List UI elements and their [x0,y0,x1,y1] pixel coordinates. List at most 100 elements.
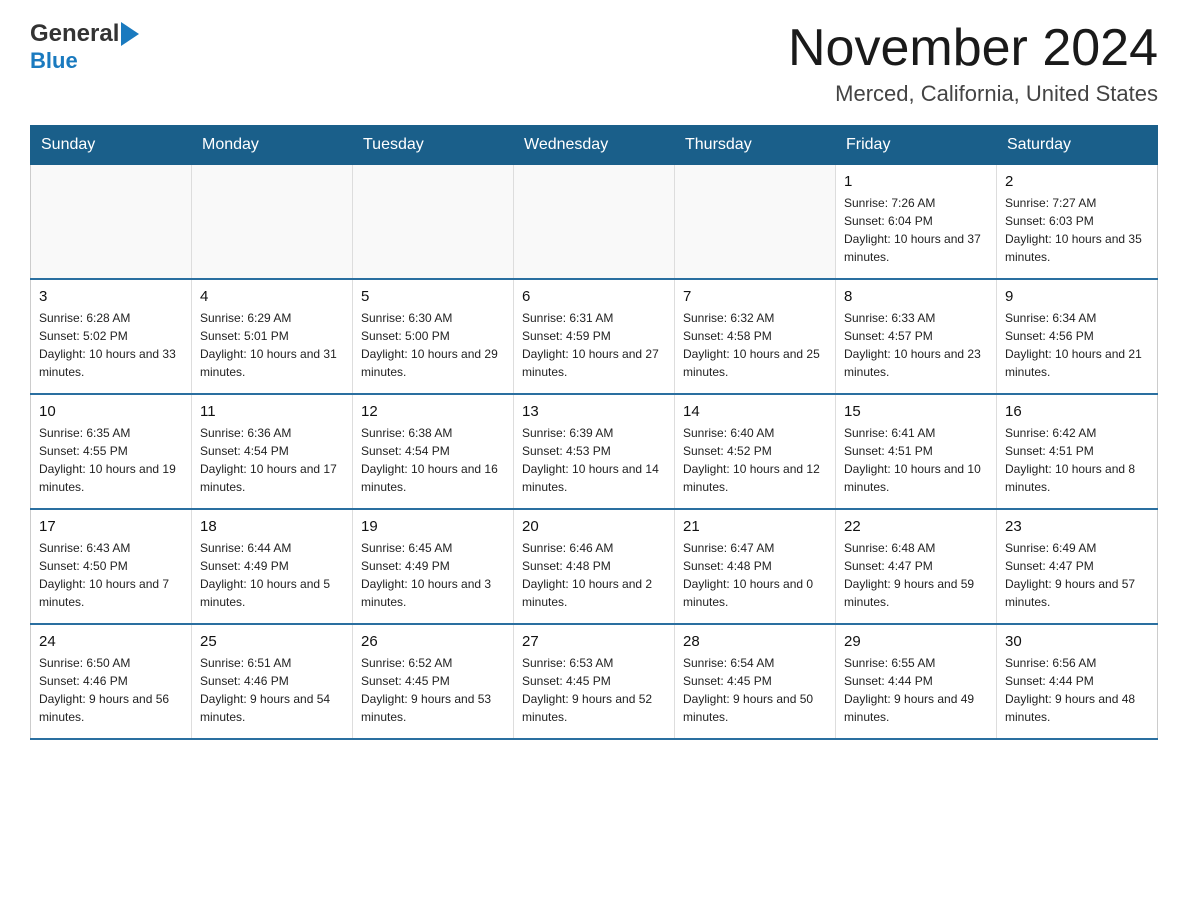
day-cell: 19 Sunrise: 6:45 AMSunset: 4:49 PMDayligh… [353,509,514,624]
day-cell [192,165,353,280]
day-info: Sunrise: 6:31 AMSunset: 4:59 PMDaylight:… [522,309,666,381]
day-info: Sunrise: 6:47 AMSunset: 4:48 PMDaylight:… [683,539,827,611]
day-info: Sunrise: 7:26 AMSunset: 6:04 PMDaylight:… [844,194,988,266]
weekday-header-thursday: Thursday [675,126,836,165]
day-cell: 24Sunrise: 6:50 AMSunset: 4:46 PMDayligh… [31,624,192,739]
day-cell [353,165,514,280]
day-info: Sunrise: 6:46 AMSunset: 4:48 PMDaylight:… [522,539,666,611]
day-cell: 7 Sunrise: 6:32 AMSunset: 4:58 PMDaylight… [675,279,836,394]
day-cell: 4 Sunrise: 6:29 AMSunset: 5:01 PMDaylight… [192,279,353,394]
day-number: 21 [683,518,827,535]
day-info: Sunrise: 6:53 AMSunset: 4:45 PMDaylight:… [522,654,666,726]
day-info: Sunrise: 6:32 AMSunset: 4:58 PMDaylight:… [683,309,827,381]
day-number: 22 [844,518,988,535]
week-row-4: 17Sunrise: 6:43 AMSunset: 4:50 PMDayligh… [31,509,1158,624]
day-cell: 20 Sunrise: 6:46 AMSunset: 4:48 PMDayligh… [514,509,675,624]
day-cell: 16Sunrise: 6:42 AMSunset: 4:51 PMDayligh… [997,394,1158,509]
day-number: 7 [683,288,827,305]
day-cell: 30Sunrise: 6:56 AMSunset: 4:44 PMDayligh… [997,624,1158,739]
day-info: Sunrise: 6:30 AMSunset: 5:00 PMDaylight:… [361,309,505,381]
day-info: Sunrise: 6:45 AMSunset: 4:49 PMDaylight:… [361,539,505,611]
calendar-table: SundayMondayTuesdayWednesdayThursdayFrid… [30,125,1158,740]
day-cell: 15Sunrise: 6:41 AMSunset: 4:51 PMDayligh… [836,394,997,509]
day-cell: 22 Sunrise: 6:48 AMSunset: 4:47 PMDayligh… [836,509,997,624]
weekday-header-monday: Monday [192,126,353,165]
day-info: Sunrise: 6:40 AMSunset: 4:52 PMDaylight:… [683,424,827,496]
day-number: 2 [1005,173,1149,190]
day-info: Sunrise: 6:52 AMSunset: 4:45 PMDaylight:… [361,654,505,726]
day-cell: 6 Sunrise: 6:31 AMSunset: 4:59 PMDaylight… [514,279,675,394]
day-info: Sunrise: 6:36 AMSunset: 4:54 PMDaylight:… [200,424,344,496]
day-cell: 10 Sunrise: 6:35 AMSunset: 4:55 PMDayligh… [31,394,192,509]
day-number: 4 [200,288,344,305]
weekday-header-tuesday: Tuesday [353,126,514,165]
day-cell: 1 Sunrise: 7:26 AMSunset: 6:04 PMDaylight… [836,165,997,280]
day-number: 29 [844,633,988,650]
weekday-header-friday: Friday [836,126,997,165]
weekday-header-row: SundayMondayTuesdayWednesdayThursdayFrid… [31,126,1158,165]
day-number: 14 [683,403,827,420]
day-cell: 17Sunrise: 6:43 AMSunset: 4:50 PMDayligh… [31,509,192,624]
day-cell: 26 Sunrise: 6:52 AMSunset: 4:45 PMDayligh… [353,624,514,739]
day-cell: 12 Sunrise: 6:38 AMSunset: 4:54 PMDayligh… [353,394,514,509]
day-number: 25 [200,633,344,650]
day-info: Sunrise: 6:48 AMSunset: 4:47 PMDaylight:… [844,539,988,611]
day-number: 6 [522,288,666,305]
day-info: Sunrise: 6:29 AMSunset: 5:01 PMDaylight:… [200,309,344,381]
day-cell [31,165,192,280]
title-area: November 2024 Merced, California, United… [788,20,1158,107]
day-number: 30 [1005,633,1149,650]
day-cell [675,165,836,280]
day-number: 10 [39,403,183,420]
day-number: 18 [200,518,344,535]
day-number: 23 [1005,518,1149,535]
day-cell [514,165,675,280]
day-info: Sunrise: 6:39 AMSunset: 4:53 PMDaylight:… [522,424,666,496]
day-cell: 27Sunrise: 6:53 AMSunset: 4:45 PMDayligh… [514,624,675,739]
day-info: Sunrise: 6:33 AMSunset: 4:57 PMDaylight:… [844,309,988,381]
day-info: Sunrise: 6:34 AMSunset: 4:56 PMDaylight:… [1005,309,1149,381]
day-info: Sunrise: 6:42 AMSunset: 4:51 PMDaylight:… [1005,424,1149,496]
day-info: Sunrise: 6:49 AMSunset: 4:47 PMDaylight:… [1005,539,1149,611]
day-number: 19 [361,518,505,535]
week-row-2: 3Sunrise: 6:28 AMSunset: 5:02 PMDaylight… [31,279,1158,394]
day-cell: 14 Sunrise: 6:40 AMSunset: 4:52 PMDayligh… [675,394,836,509]
day-number: 20 [522,518,666,535]
day-number: 9 [1005,288,1149,305]
day-cell: 29 Sunrise: 6:55 AMSunset: 4:44 PMDayligh… [836,624,997,739]
day-number: 8 [844,288,988,305]
day-cell: 3Sunrise: 6:28 AMSunset: 5:02 PMDaylight… [31,279,192,394]
day-info: Sunrise: 6:44 AMSunset: 4:49 PMDaylight:… [200,539,344,611]
day-info: Sunrise: 6:38 AMSunset: 4:54 PMDaylight:… [361,424,505,496]
day-number: 24 [39,633,183,650]
weekday-header-saturday: Saturday [997,126,1158,165]
day-info: Sunrise: 6:51 AMSunset: 4:46 PMDaylight:… [200,654,344,726]
day-cell: 25 Sunrise: 6:51 AMSunset: 4:46 PMDayligh… [192,624,353,739]
day-number: 11 [200,403,344,420]
day-cell: 28 Sunrise: 6:54 AMSunset: 4:45 PMDayligh… [675,624,836,739]
week-row-3: 10 Sunrise: 6:35 AMSunset: 4:55 PMDayligh… [31,394,1158,509]
day-number: 15 [844,403,988,420]
week-row-5: 24Sunrise: 6:50 AMSunset: 4:46 PMDayligh… [31,624,1158,739]
day-info: Sunrise: 7:27 AMSunset: 6:03 PMDaylight:… [1005,194,1149,266]
day-number: 26 [361,633,505,650]
day-cell: 8 Sunrise: 6:33 AMSunset: 4:57 PMDaylight… [836,279,997,394]
day-info: Sunrise: 6:55 AMSunset: 4:44 PMDaylight:… [844,654,988,726]
calendar-title: November 2024 [788,20,1158,77]
logo: General Blue [30,20,141,74]
week-row-1: 1 Sunrise: 7:26 AMSunset: 6:04 PMDaylight… [31,165,1158,280]
logo-general-text: General [30,20,119,48]
day-cell: 2 Sunrise: 7:27 AMSunset: 6:03 PMDaylight… [997,165,1158,280]
day-info: Sunrise: 6:54 AMSunset: 4:45 PMDaylight:… [683,654,827,726]
header: General Blue November 2024 Merced, Calif… [30,20,1158,107]
day-cell: 9 Sunrise: 6:34 AMSunset: 4:56 PMDaylight… [997,279,1158,394]
day-number: 5 [361,288,505,305]
day-number: 28 [683,633,827,650]
day-number: 12 [361,403,505,420]
day-info: Sunrise: 6:43 AMSunset: 4:50 PMDaylight:… [39,539,183,611]
day-info: Sunrise: 6:35 AMSunset: 4:55 PMDaylight:… [39,424,183,496]
logo-arrow-icon [121,22,139,46]
weekday-header-sunday: Sunday [31,126,192,165]
day-number: 1 [844,173,988,190]
day-number: 3 [39,288,183,305]
